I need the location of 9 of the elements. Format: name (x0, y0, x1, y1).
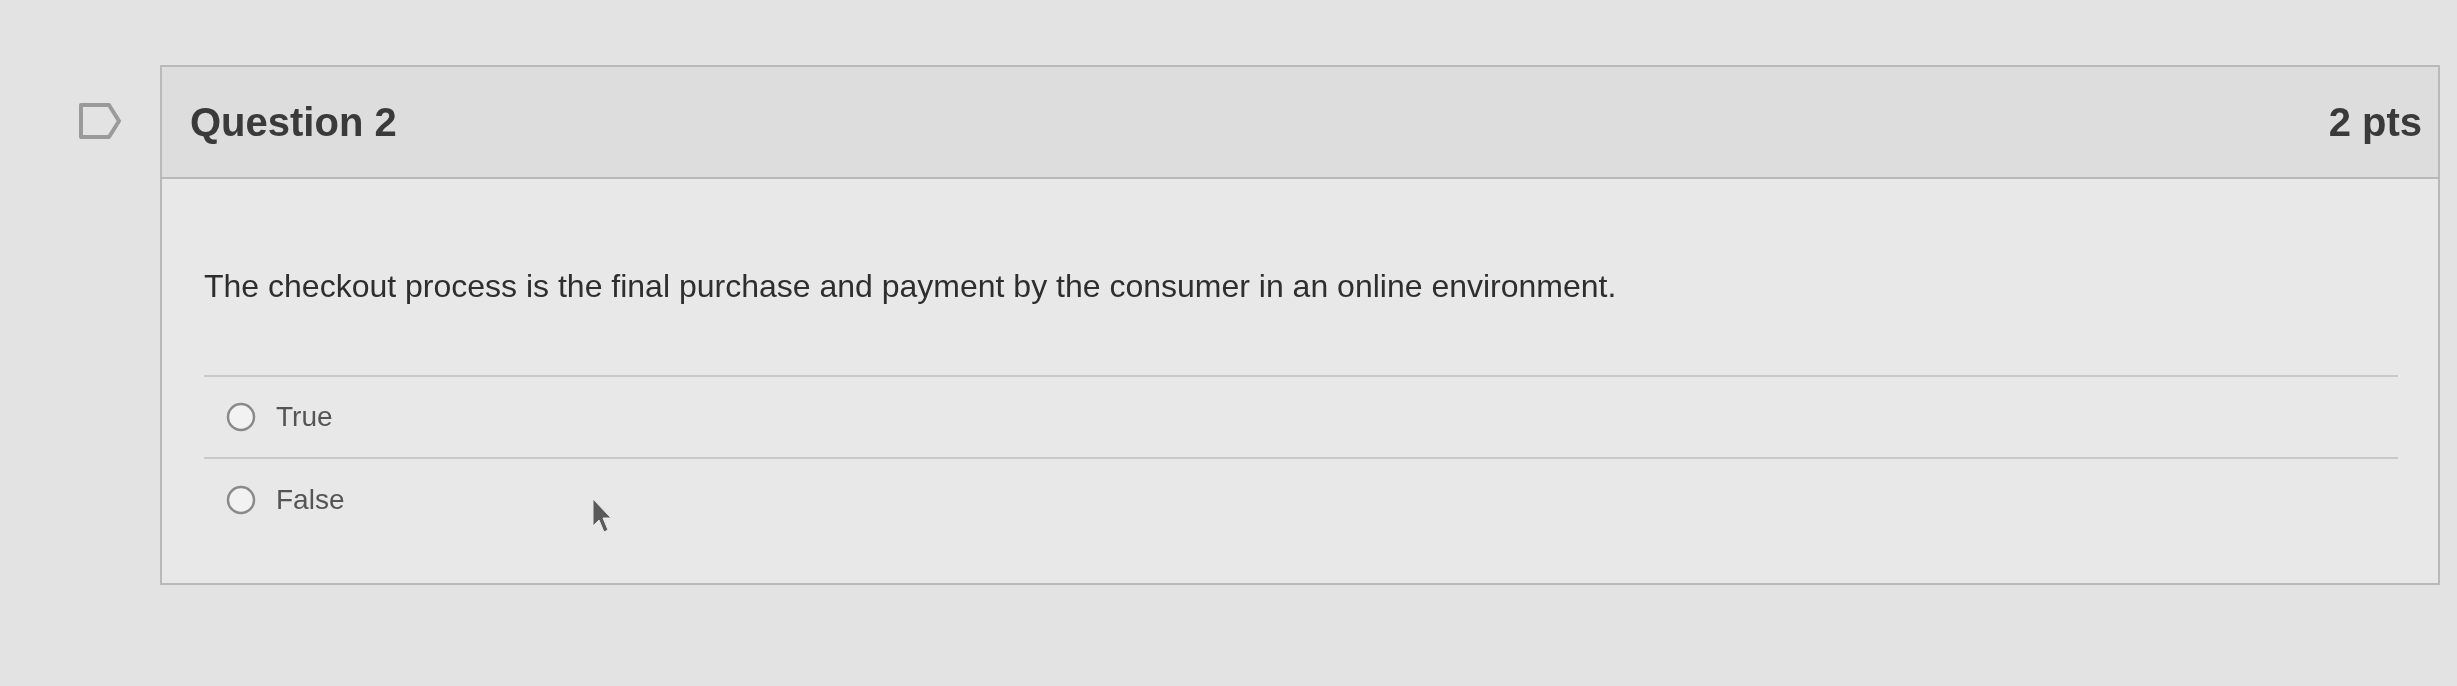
radio-button[interactable] (226, 402, 256, 432)
mouse-pointer-icon (592, 498, 612, 534)
flag-icon[interactable] (78, 102, 122, 140)
answer-label[interactable]: True (276, 396, 333, 438)
radio-button[interactable] (226, 485, 256, 515)
question-title: Question 2 (190, 99, 397, 146)
points-label: 2 pts (2328, 99, 2422, 146)
question-text: The checkout process is the final purchase and payment by the consumer in an online environment. (204, 267, 1618, 305)
answer-label[interactable]: False (276, 479, 345, 521)
